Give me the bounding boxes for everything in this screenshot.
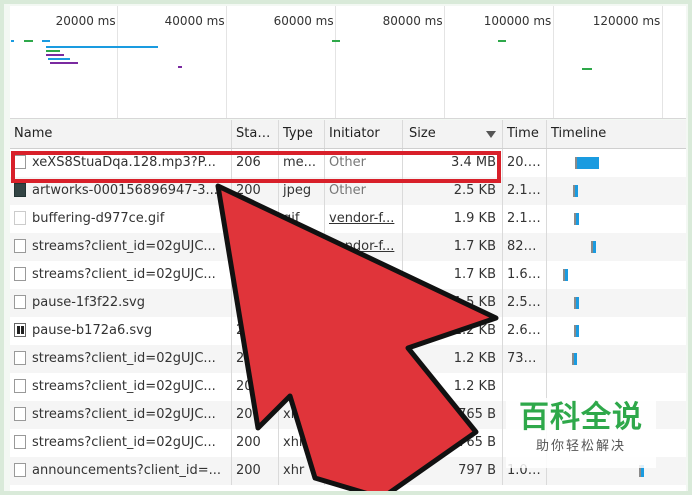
watermark-subtitle: 助你轻松解决	[535, 439, 626, 454]
watermark-logo: 百科全说 助你轻松解决	[506, 398, 656, 468]
watermark-title: 百科全说	[519, 400, 643, 435]
